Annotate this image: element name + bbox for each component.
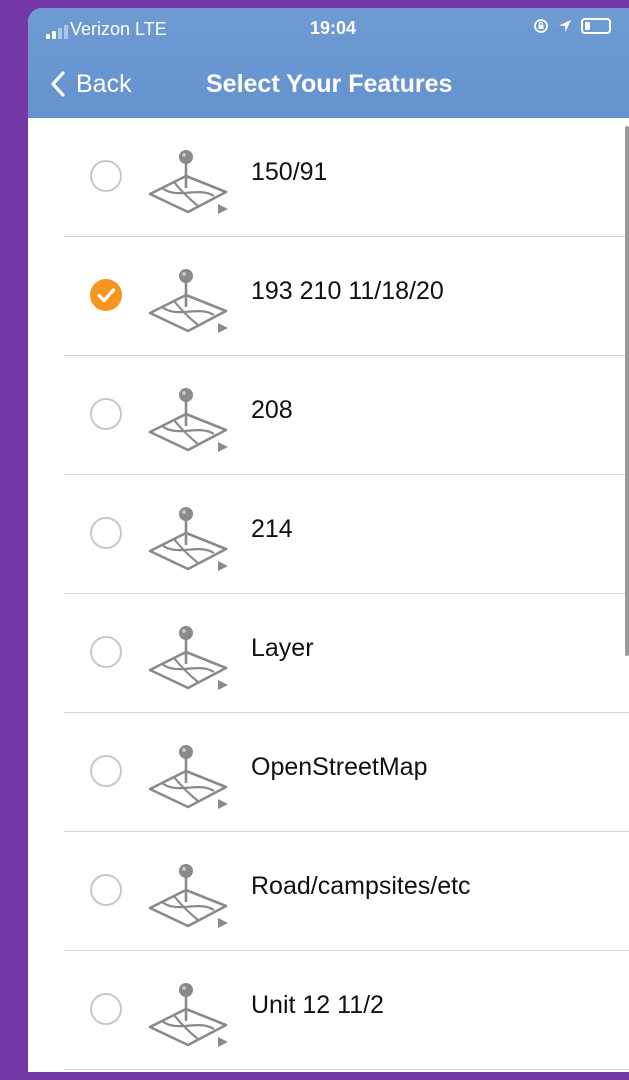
navigation-bar: Back Select Your Features xyxy=(28,52,629,118)
map-layer-icon xyxy=(148,269,228,333)
chevron-left-icon xyxy=(51,71,65,97)
app-screen: Verizon LTE 19:04 Back Select Your Featu… xyxy=(28,8,629,1072)
map-layer-icon xyxy=(148,864,228,928)
map-layer-icon xyxy=(148,507,228,571)
map-layer-icon xyxy=(148,626,228,690)
battery-icon xyxy=(581,18,611,34)
location-arrow-icon xyxy=(559,20,571,32)
feature-row[interactable]: Road/campsites/etc xyxy=(28,832,629,951)
back-label: Back xyxy=(76,69,132,98)
map-layer-icon xyxy=(148,150,228,214)
top-bar: Verizon LTE 19:04 Back Select Your Featu… xyxy=(28,8,629,118)
selection-radio[interactable] xyxy=(90,398,122,430)
map-layer-icon xyxy=(148,983,228,1047)
feature-row[interactable]: 214 xyxy=(28,475,629,594)
signal-strength-icon xyxy=(46,25,68,39)
device-frame: Verizon LTE 19:04 Back Select Your Featu… xyxy=(0,0,629,1080)
rotation-lock-icon xyxy=(534,19,548,33)
status-time: 19:04 xyxy=(310,18,357,38)
feature-label: 193 210 11/18/20 xyxy=(251,277,444,305)
selection-radio[interactable] xyxy=(90,755,122,787)
feature-row[interactable]: OpenStreetMap xyxy=(28,713,629,832)
feature-row[interactable]: Layer xyxy=(28,594,629,713)
feature-label: Layer xyxy=(251,634,314,662)
selection-radio[interactable] xyxy=(90,517,122,549)
feature-label: 150/91 xyxy=(251,158,328,186)
feature-label: Unit 12 11/2 xyxy=(251,991,384,1019)
selection-radio[interactable] xyxy=(90,636,122,668)
feature-row[interactable]: 150/91 xyxy=(28,118,629,237)
page-title: Select Your Features xyxy=(206,70,453,98)
feature-label: 208 xyxy=(251,396,293,424)
checkmark-icon xyxy=(97,288,116,303)
feature-label: 214 xyxy=(251,515,293,543)
feature-row[interactable]: 193 210 11/18/20 xyxy=(28,237,629,356)
feature-label: Road/campsites/etc xyxy=(251,872,471,900)
map-layer-icon xyxy=(148,745,228,809)
feature-list: 150/91 193 210 11/18/20 208 214 Layer Op… xyxy=(28,118,629,1070)
selection-checkmark[interactable] xyxy=(90,279,122,311)
feature-row[interactable]: Unit 12 11/2 xyxy=(28,951,629,1070)
selection-radio[interactable] xyxy=(90,160,122,192)
feature-row[interactable]: 208 xyxy=(28,356,629,475)
feature-label: OpenStreetMap xyxy=(251,753,428,781)
status-bar: Verizon LTE 19:04 xyxy=(28,8,629,50)
selection-radio[interactable] xyxy=(90,993,122,1025)
map-layer-icon xyxy=(148,388,228,452)
scroll-indicator[interactable] xyxy=(625,126,629,656)
back-button[interactable]: Back xyxy=(50,66,132,102)
status-icons xyxy=(533,18,611,34)
carrier-label: Verizon LTE xyxy=(70,19,167,39)
selection-radio[interactable] xyxy=(90,874,122,906)
